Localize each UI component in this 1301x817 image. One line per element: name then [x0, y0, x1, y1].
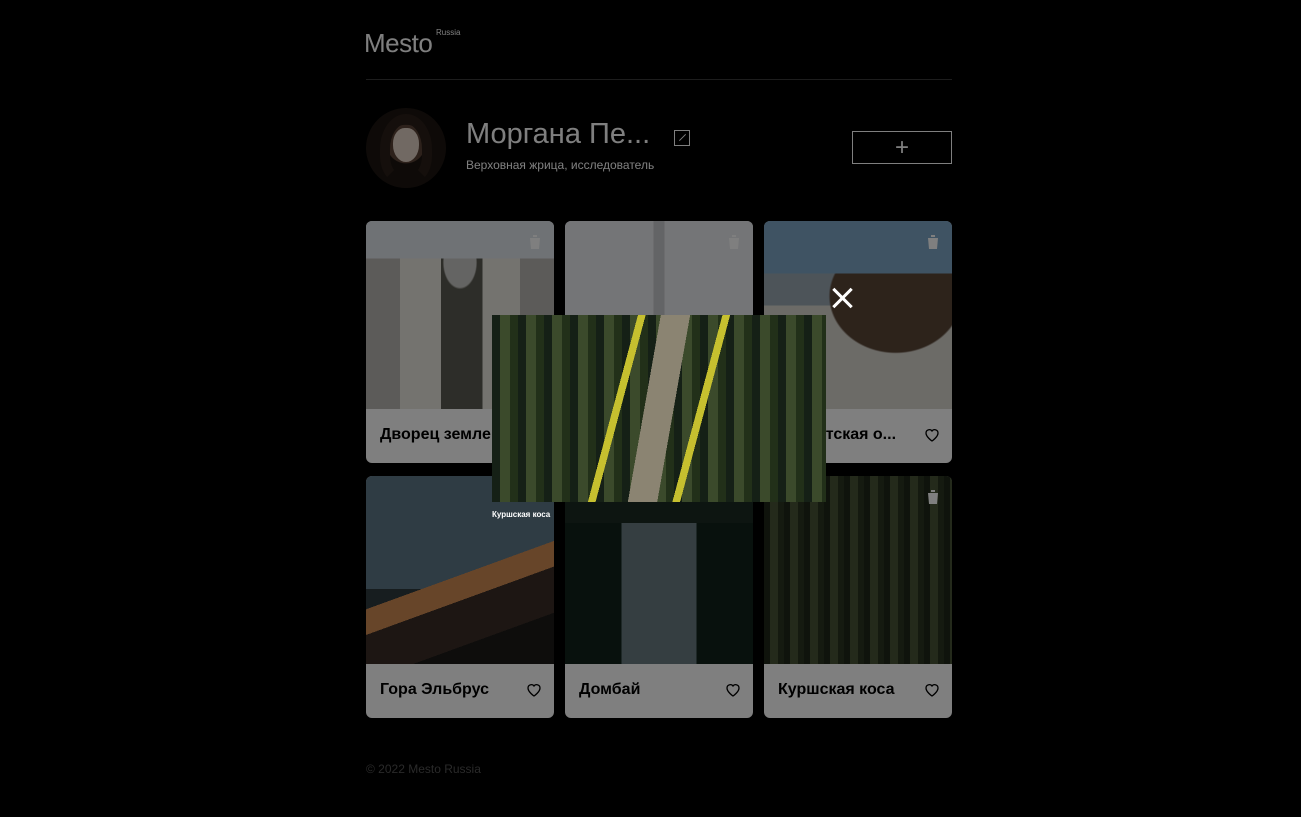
- close-icon[interactable]: [829, 285, 855, 311]
- popup-image: [492, 315, 826, 502]
- popup-caption: Куршская коса: [492, 510, 551, 519]
- image-popup: Куршская коса: [492, 315, 826, 519]
